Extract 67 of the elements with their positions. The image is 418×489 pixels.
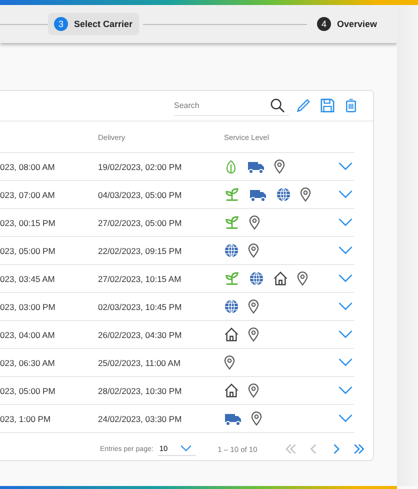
expand-chevron-icon[interactable] [338, 274, 353, 283]
step-number: 3 [54, 17, 68, 31]
table-cell-text: 25/02/2023, 11:00 AM [98, 358, 182, 368]
step-label: Overview [336, 19, 377, 29]
step-number: 4 [316, 17, 331, 31]
table-cell-text: 023, 06:30 AM [0, 358, 56, 368]
location-pin-icon [274, 159, 285, 174]
search-icon[interactable] [270, 98, 285, 113]
last-page-icon[interactable] [352, 442, 366, 456]
table-cell-text: 023, 03:45 AM [0, 274, 56, 284]
location-pin-icon [224, 355, 235, 370]
table-cell-text: 023, 00:15 PM [0, 218, 56, 228]
house-icon [224, 383, 239, 398]
table-cell-text: 24/02/2023, 03:30 PM [98, 414, 183, 424]
expand-chevron-icon[interactable] [338, 330, 353, 339]
truck-icon [224, 412, 242, 426]
expand-chevron-icon[interactable] [338, 386, 353, 395]
table-cell-text: 023, 03:00 PM [0, 302, 56, 312]
step[interactable]: 4 Overview [310, 13, 383, 35]
table-cell-text: 04/03/2023, 05:00 PM [98, 190, 183, 200]
expand-chevron-icon[interactable] [338, 246, 353, 255]
table-cell-text: 27/02/2023, 05:00 PM [98, 218, 183, 228]
location-pin-icon [248, 243, 259, 258]
expand-chevron-icon[interactable] [338, 358, 353, 367]
table-cell-text: 26/02/2023, 04:30 PM [98, 330, 183, 340]
globe-icon [249, 271, 264, 286]
expand-chevron-icon[interactable] [338, 190, 353, 199]
truck-icon [247, 160, 265, 174]
house-icon [224, 327, 239, 342]
location-pin-icon [248, 327, 259, 342]
plant-icon [224, 215, 240, 230]
table-cell-text: 02/03/2023, 10:45 PM [98, 302, 183, 312]
pencil-icon[interactable] [296, 98, 311, 113]
leaf-icon [224, 158, 238, 174]
trash-icon[interactable] [344, 98, 358, 113]
step[interactable]: 3 Select Carrier [48, 13, 139, 35]
location-pin-icon [300, 187, 311, 202]
step-label: Select Carrier [74, 19, 133, 29]
table-cell-text: 023, 04:00 AM [0, 330, 56, 340]
table-cell-text: 28/02/2023, 10:30 PM [98, 386, 183, 396]
table-cell-text: 22/02/2023, 09:15 PM [98, 246, 183, 256]
table-cell-text: 023, 08:00 AM [0, 162, 56, 172]
expand-chevron-icon[interactable] [338, 162, 353, 171]
globe-icon [276, 187, 291, 202]
expand-chevron-icon[interactable] [338, 302, 353, 311]
save-icon[interactable] [320, 98, 335, 113]
chevron-down-icon[interactable] [180, 445, 192, 452]
location-pin-icon [297, 271, 308, 286]
table-cell-text: 023, 07:00 AM [0, 190, 56, 200]
table-cell-text: 023, 1:00 PM [0, 414, 52, 424]
expand-chevron-icon[interactable] [338, 414, 353, 423]
table-cell-text: 19/02/2023, 02:00 PM [98, 162, 183, 172]
truck-icon [249, 188, 267, 202]
location-pin-icon [248, 383, 259, 398]
plant-icon [224, 187, 240, 202]
house-icon [273, 271, 288, 286]
location-pin-icon [251, 411, 262, 426]
table-cell-text: 27/02/2023, 10:15 AM [98, 274, 182, 284]
location-pin-icon [248, 299, 259, 314]
expand-chevron-icon[interactable] [338, 218, 353, 227]
table-cell-text: 023, 05:00 PM [0, 246, 56, 256]
globe-icon [224, 243, 239, 258]
plant-icon [224, 271, 240, 286]
search-field[interactable]: Search [174, 96, 289, 116]
location-pin-icon [249, 215, 260, 230]
table-cell-text: 023, 05:00 PM [0, 386, 56, 396]
globe-icon [224, 299, 239, 314]
